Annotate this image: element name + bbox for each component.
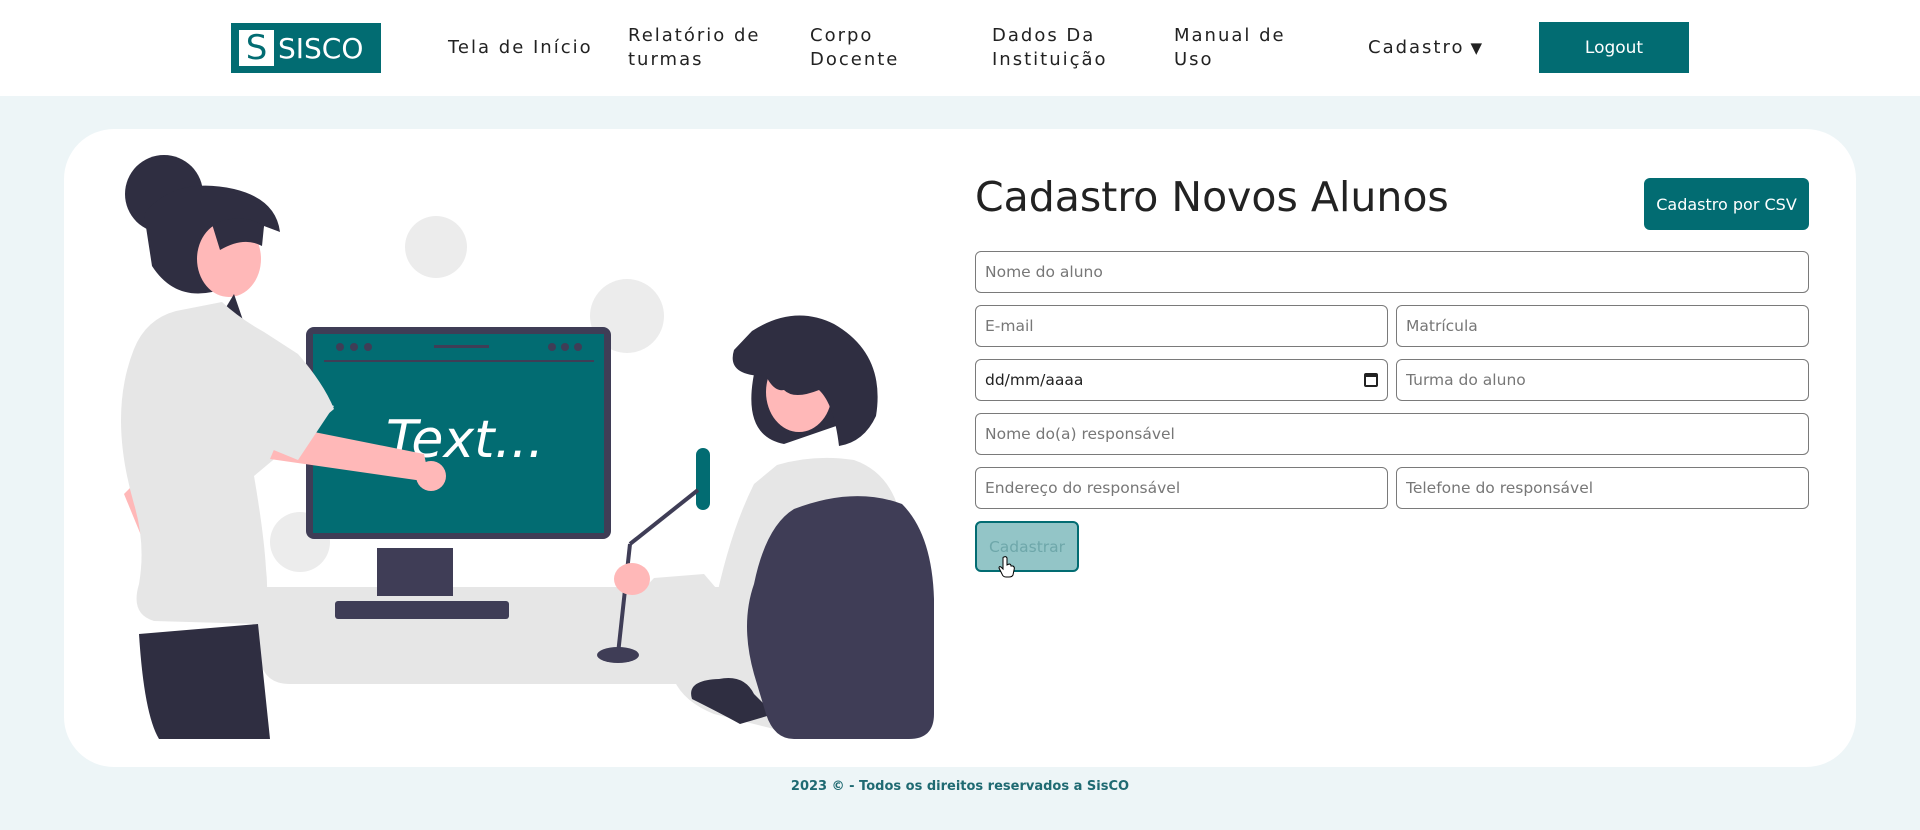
nav-relatorio-turmas[interactable]: Relatório de turmas bbox=[628, 24, 788, 72]
nav-corpo-docente[interactable]: Corpo Docente bbox=[810, 24, 930, 72]
csv-upload-button[interactable]: Cadastro por CSV bbox=[1644, 178, 1809, 230]
nav-manual-uso[interactable]: Manual de Uso bbox=[1174, 24, 1304, 72]
guardian-address-input[interactable] bbox=[975, 467, 1388, 509]
class-input[interactable] bbox=[1396, 359, 1809, 401]
nav-cadastro-dropdown[interactable]: Cadastro ▼ bbox=[1368, 36, 1482, 60]
hand-cursor-icon bbox=[998, 556, 1015, 578]
footer-copyright: 2023 © - Todos os direitos reservados a … bbox=[790, 779, 1130, 794]
nav-cadastro-label: Cadastro bbox=[1368, 37, 1465, 58]
email-input[interactable] bbox=[975, 305, 1388, 347]
logo-text: SISCO bbox=[278, 31, 364, 65]
student-name-input[interactable] bbox=[975, 251, 1809, 293]
calendar-icon[interactable] bbox=[1364, 373, 1378, 387]
guardian-name-input[interactable] bbox=[975, 413, 1809, 455]
birth-date-value: dd/mm/aaaa bbox=[985, 371, 1084, 389]
nav-tela-inicio[interactable]: Tela de Início bbox=[448, 36, 593, 60]
navbar: S SISCO Tela de Início Relatório de turm… bbox=[0, 0, 1920, 96]
logout-button[interactable]: Logout bbox=[1539, 22, 1689, 73]
guardian-phone-input[interactable] bbox=[1396, 467, 1809, 509]
registration-input[interactable] bbox=[1396, 305, 1809, 347]
page-title: Cadastro Novos Alunos bbox=[975, 173, 1449, 221]
nav-dados-instituicao[interactable]: Dados Da Instituição bbox=[992, 24, 1152, 72]
sisco-logo[interactable]: S SISCO bbox=[231, 23, 381, 73]
logo-letter: S bbox=[239, 30, 274, 66]
chevron-down-icon: ▼ bbox=[1470, 39, 1483, 57]
submit-button[interactable]: Cadastrar bbox=[975, 521, 1079, 572]
birth-date-input[interactable]: dd/mm/aaaa bbox=[975, 359, 1388, 401]
office-illustration: Text... bbox=[121, 155, 934, 739]
